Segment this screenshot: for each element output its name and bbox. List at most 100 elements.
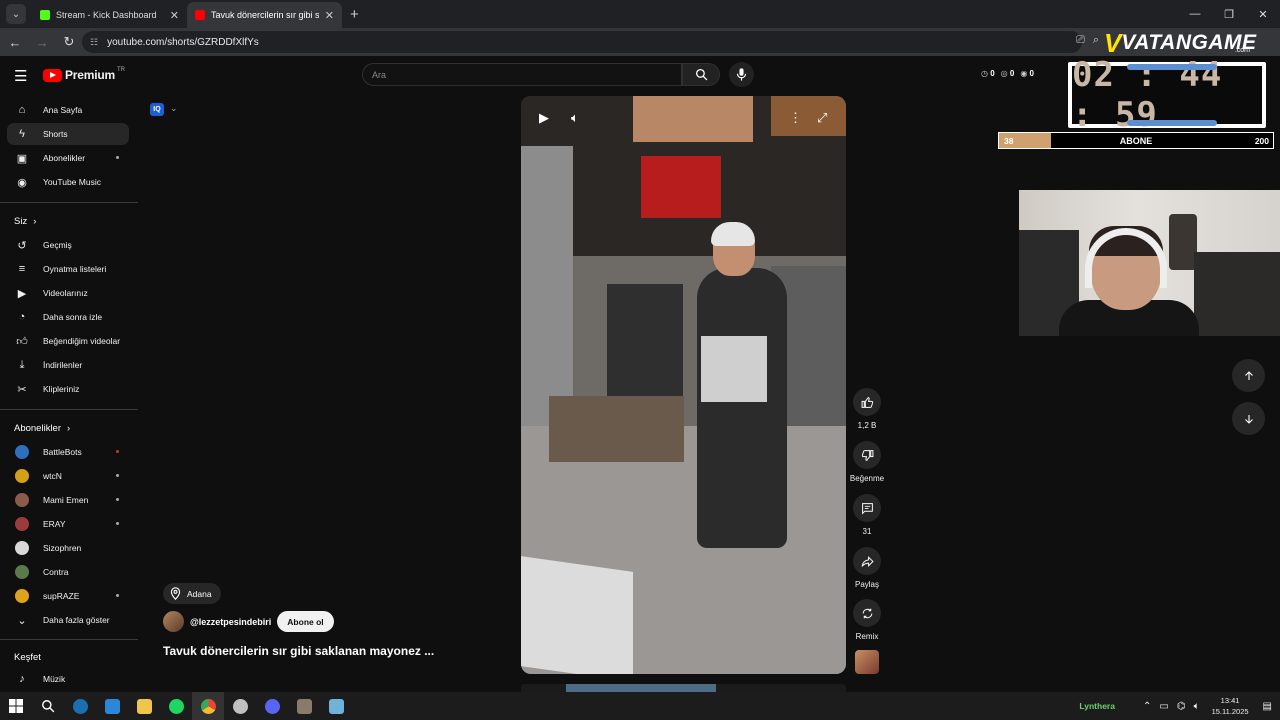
sidebar-divider — [0, 409, 138, 410]
comments-button[interactable] — [853, 494, 881, 522]
iq-extension-icon[interactable]: IQ — [150, 103, 164, 116]
channel-name[interactable]: @lezzetpesindebiri — [190, 617, 271, 627]
microphone-icon — [736, 68, 747, 81]
zoom-icon[interactable]: ⌕ — [1093, 34, 1099, 47]
play-icon[interactable]: ▶ — [539, 110, 549, 126]
notifications-icon[interactable]: ▤ — [1263, 701, 1272, 712]
obs-app-icon[interactable] — [224, 692, 256, 720]
minimize-icon[interactable]: — — [1178, 0, 1212, 28]
share-action[interactable]: Paylaş — [849, 547, 885, 589]
subscription-item[interactable]: Contra — [7, 561, 129, 583]
sidebar-item-history[interactable]: ↺ Geçmiş — [7, 234, 129, 256]
subscribe-button[interactable]: Abone ol — [277, 611, 334, 632]
voice-search-button[interactable] — [729, 62, 754, 87]
address-bar-row: ← → ↻ ☷ youtube.com/shorts/GZRDDfXlfYs ⎚… — [0, 28, 1280, 56]
subscription-item[interactable]: supRAZE — [7, 585, 129, 607]
remix-icon — [862, 608, 872, 618]
subscription-item[interactable]: wtcN — [7, 465, 129, 487]
sidebar-item-music[interactable]: ♪ Müzik — [7, 668, 129, 690]
subscriber-goal-bar: 38 ABONE 200 — [998, 132, 1274, 149]
sidebar-item-label: Ana Sayfa — [43, 105, 83, 115]
devices-icon[interactable]: ▭ — [1159, 701, 1168, 712]
short-title[interactable]: Tavuk dönercilerin sır gibi saklanan may… — [163, 644, 434, 658]
timer-decoration — [1127, 64, 1217, 70]
sidebar-section-subscriptions[interactable]: Abonelikler › — [14, 423, 70, 434]
share-button[interactable] — [853, 547, 881, 575]
notepad-app-icon[interactable] — [320, 692, 352, 720]
timer-decoration — [1127, 120, 1217, 126]
subscription-item[interactable]: Mami Emen — [7, 489, 129, 511]
sidebar-section-you[interactable]: Siz › — [14, 216, 36, 227]
url-field[interactable]: ☷ youtube.com/shorts/GZRDDfXlfYs — [82, 31, 1082, 53]
sidebar-item-playlists[interactable]: ≡ Oynatma listeleri — [7, 258, 129, 280]
more-options-icon[interactable]: ⋮ — [789, 110, 802, 126]
sidebar-item-subscriptions[interactable]: ▣ Abonelikler — [7, 147, 129, 169]
youtube-favicon-icon — [195, 10, 205, 20]
tray-user-label[interactable]: Lynthera — [1079, 701, 1115, 711]
close-window-icon[interactable]: ✕ — [1246, 0, 1280, 28]
sidebar-item-home[interactable]: ⌂ Ana Sayfa — [7, 99, 129, 121]
stat-value: 0 — [990, 69, 995, 78]
like-button[interactable] — [853, 388, 881, 416]
chrome-app-icon[interactable] — [192, 692, 224, 720]
tab-kick-dashboard[interactable]: Stream - Kick Dashboard ✕ — [32, 2, 187, 28]
chevron-down-icon[interactable]: ⌄ — [170, 103, 178, 114]
short-video-player[interactable]: ▶ 🔈︎ ⋮ ⤢ — [521, 96, 846, 674]
tab-youtube-short[interactable]: Tavuk dönercilerin sır gibi saklanan may… — [187, 2, 342, 28]
sound-source-thumbnail[interactable] — [855, 650, 879, 674]
next-short-preview[interactable] — [521, 684, 846, 692]
remix-action[interactable]: Remix — [849, 599, 885, 641]
logo-suffix: .com — [1234, 47, 1250, 54]
tab-search-button[interactable]: ⌄ — [6, 4, 26, 24]
back-arrow-icon[interactable]: ← — [3, 30, 27, 54]
restore-icon[interactable]: ❐ — [1212, 0, 1246, 28]
volume-icon[interactable]: 🔈︎ — [571, 110, 579, 126]
sidebar-item-youtube-music[interactable]: ◉ YouTube Music — [7, 171, 129, 193]
sidebar-item-shorts[interactable]: ϟ Shorts — [7, 123, 129, 145]
clock-time: 13:41 — [1220, 696, 1240, 705]
forward-arrow-icon[interactable]: → — [30, 30, 54, 54]
sidebar-item-downloads[interactable]: ⤓ İndirilenler — [7, 354, 129, 376]
close-tab-icon[interactable]: ✕ — [170, 9, 179, 22]
next-short-button[interactable] — [1232, 402, 1265, 435]
sidebar-item-your-videos[interactable]: ▶ Videolarınız — [7, 282, 129, 304]
search-input[interactable]: Ara — [362, 63, 682, 86]
channel-avatar[interactable] — [163, 611, 184, 632]
chevron-up-icon[interactable]: ⌃ — [1143, 701, 1151, 712]
sidebar-item-watch-later[interactable]: ◔ Daha sonra izle — [7, 306, 129, 328]
fullscreen-icon[interactable]: ⤢ — [817, 110, 827, 126]
stat-value: 0 — [1009, 69, 1015, 78]
subscription-item[interactable]: Sizophren — [7, 537, 129, 559]
like-action[interactable]: 1,2 B — [849, 388, 885, 430]
new-tab-icon[interactable]: + — [350, 6, 359, 23]
subscription-item[interactable]: ERAY — [7, 513, 129, 535]
store-app-icon[interactable] — [96, 692, 128, 720]
reload-icon[interactable]: ↻ — [57, 30, 81, 54]
taskbar-search-button[interactable] — [32, 692, 64, 720]
discord-app-icon[interactable] — [256, 692, 288, 720]
dislike-action[interactable]: Beğenme — [849, 441, 885, 483]
cast-icon[interactable]: ⎚ — [1076, 34, 1085, 47]
close-tab-icon[interactable]: ✕ — [325, 9, 334, 22]
sidebar-item-liked-videos[interactable]: 👍︎ Beğendiğim videolar — [7, 330, 129, 352]
spotify-app-icon[interactable] — [160, 692, 192, 720]
search-button[interactable] — [682, 63, 720, 86]
steam-app-icon[interactable] — [64, 692, 96, 720]
location-chip[interactable]: Adana — [163, 583, 221, 604]
section-title: Abonelikler — [14, 423, 61, 434]
system-clock[interactable]: 13:41 15.11.2025 — [1212, 695, 1249, 717]
volume-icon[interactable]: 🔈︎ — [1194, 701, 1200, 712]
sidebar-item-clips[interactable]: ✂ Klipleriniz — [7, 378, 129, 400]
app-icon[interactable] — [288, 692, 320, 720]
subscription-item[interactable]: BattleBots — [7, 441, 129, 463]
site-info-icon[interactable]: ☷ — [90, 37, 98, 48]
remix-button[interactable] — [853, 599, 881, 627]
network-icon[interactable]: ⌬ — [1177, 701, 1186, 712]
start-button[interactable] — [0, 692, 32, 720]
comments-action[interactable]: 31 — [849, 494, 885, 536]
previous-short-button[interactable] — [1232, 359, 1265, 392]
show-more-button[interactable]: ⌄ Daha fazla göster — [7, 609, 129, 631]
dislike-button[interactable] — [853, 441, 881, 469]
file-explorer-icon[interactable] — [128, 692, 160, 720]
video-scene-steel-box — [701, 336, 767, 402]
